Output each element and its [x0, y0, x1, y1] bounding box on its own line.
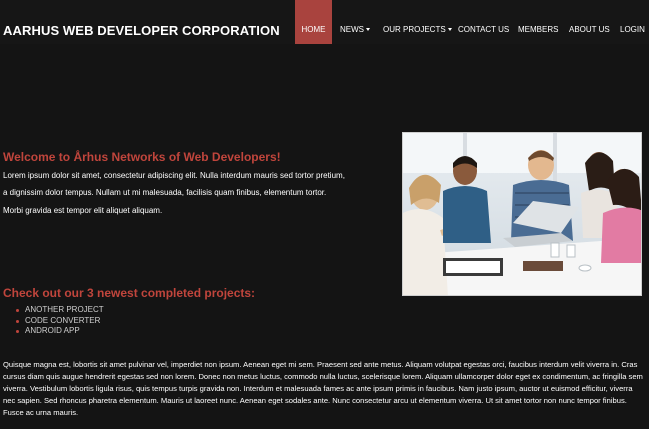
team-meeting-photo [402, 132, 642, 296]
nav-members[interactable]: MEMBERS [518, 0, 558, 44]
nav-login[interactable]: LOGIN [620, 0, 645, 44]
navbar: AARHUS WEB DEVELOPER CORPORATION HOME NE… [0, 0, 649, 44]
nav-home[interactable]: HOME [295, 0, 332, 44]
brand-title[interactable]: AARHUS WEB DEVELOPER CORPORATION [3, 23, 280, 38]
bottom-paragraph: Quisque magna est, lobortis sit amet pul… [3, 360, 643, 417]
chevron-down-icon [366, 28, 370, 32]
welcome-heading: Welcome to Århus Networks of Web Develop… [3, 150, 281, 164]
nav-news[interactable]: NEWS [340, 0, 370, 44]
nav-our-projects[interactable]: OUR PROJECTS [383, 0, 452, 44]
project-item-android-app[interactable]: ANDROID APP [16, 326, 104, 337]
chevron-down-icon [447, 28, 452, 32]
project-item-code-converter[interactable]: CODE CONVERTER [16, 316, 104, 327]
nav-home-label: HOME [301, 25, 326, 34]
nav-news-label: NEWS [340, 25, 364, 34]
project-item-another-project[interactable]: ANOTHER PROJECT [16, 305, 104, 316]
project-list: ANOTHER PROJECT CODE CONVERTER ANDROID A… [16, 305, 104, 337]
welcome-text-line-1: Lorem ipsum dolor sit amet, consectetur … [3, 171, 345, 180]
welcome-text-line-2: a dignissim dolor tempus. Nullam ut mi m… [3, 188, 327, 197]
nav-contact-us-label: CONTACT US [458, 25, 510, 34]
nav-about-us-label: ABOUT US [569, 25, 610, 34]
nav-about-us[interactable]: ABOUT US [569, 0, 610, 44]
nav-contact-us[interactable]: CONTACT US [458, 0, 509, 44]
projects-heading: Check out our 3 newest completed project… [3, 286, 256, 300]
nav-login-label: LOGIN [620, 25, 645, 34]
welcome-text-line-3: Morbi gravida est tempor elit aliquet al… [3, 206, 163, 215]
nav-members-label: MEMBERS [518, 25, 559, 34]
nav-our-projects-label: OUR PROJECTS [383, 25, 446, 34]
